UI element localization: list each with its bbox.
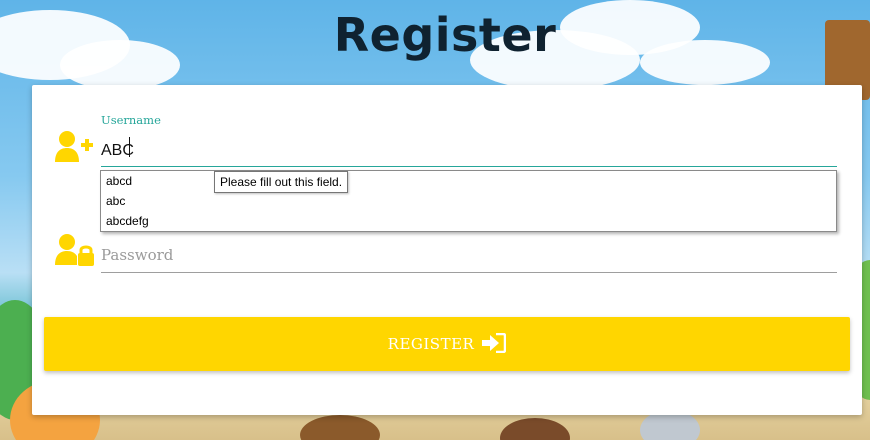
register-button-label: REGISTER	[387, 335, 475, 353]
text-caret	[129, 137, 130, 157]
username-label: Username	[101, 113, 161, 127]
sign-in-icon	[480, 332, 507, 356]
autocomplete-item[interactable]: abcd	[101, 171, 836, 191]
user-plus-icon	[54, 130, 94, 166]
username-input[interactable]	[101, 135, 837, 167]
register-button[interactable]: REGISTER	[44, 317, 850, 371]
validation-tooltip: Please fill out this field.	[214, 171, 349, 193]
autocomplete-item[interactable]: abc	[101, 191, 836, 211]
autocomplete-item[interactable]: abcdefg	[101, 211, 836, 231]
page-title: Register	[333, 8, 557, 62]
register-form-card: Username REGISTER	[32, 85, 862, 415]
user-lock-icon	[54, 233, 94, 269]
autocomplete-dropdown: abcd abc abcdefg	[100, 170, 837, 232]
password-input[interactable]	[101, 237, 837, 273]
